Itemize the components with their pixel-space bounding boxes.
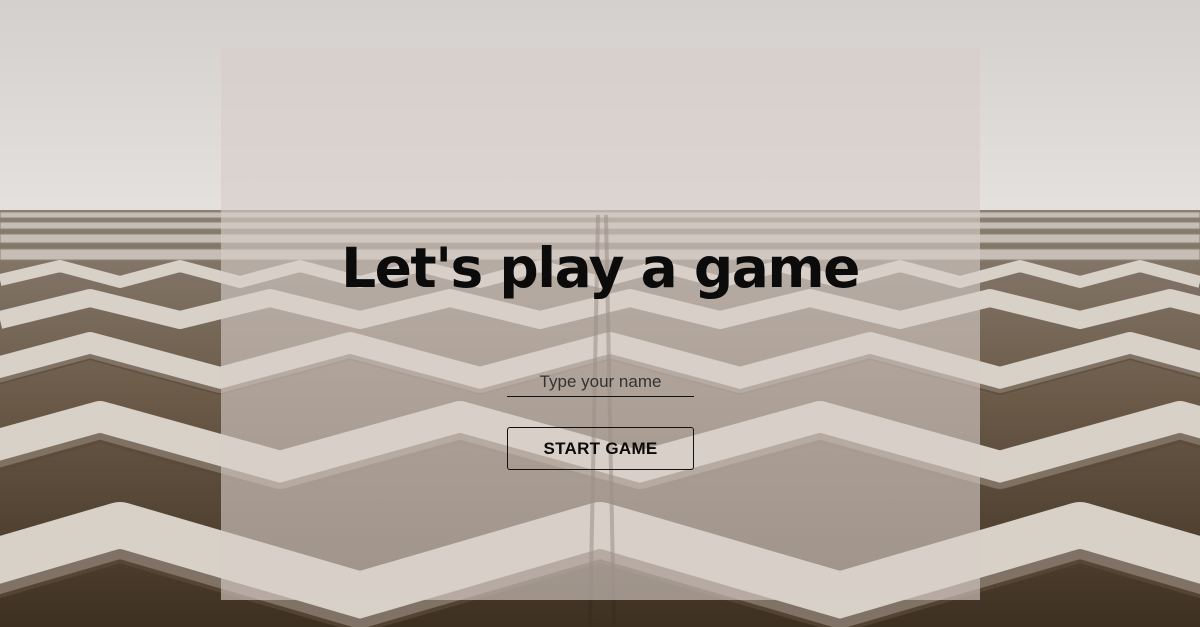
name-input[interactable] <box>507 367 694 397</box>
game-card-overlay <box>221 48 980 600</box>
start-game-button[interactable]: START GAME <box>507 427 694 470</box>
page-title: Let's play a game <box>341 236 860 300</box>
